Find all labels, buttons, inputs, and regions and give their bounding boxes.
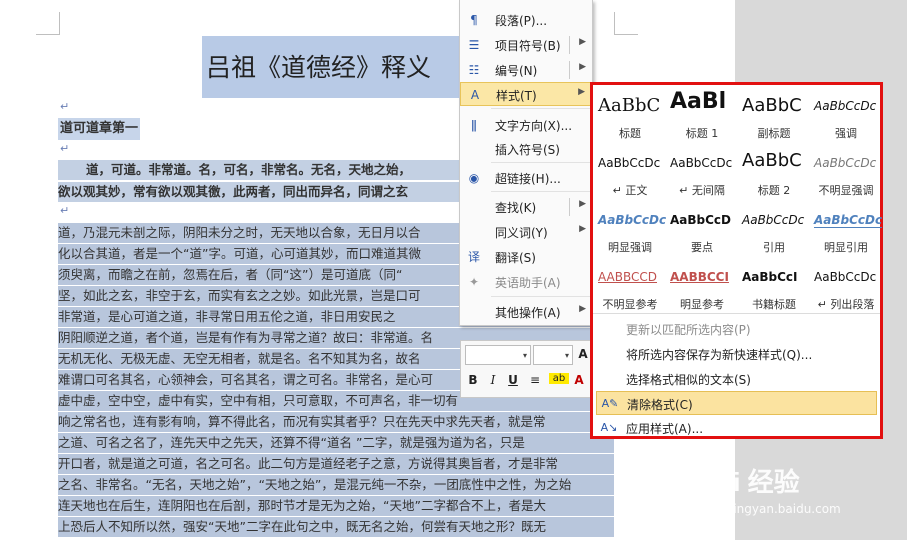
style-tile-subtle-reference[interactable]: AABBCCD 不明显参考 <box>594 260 666 316</box>
style-tile-intense-emphasis[interactable]: AaBbCcDc 明显强调 <box>594 203 666 259</box>
style-tile-title[interactable]: AaBbC 标题 <box>594 89 666 145</box>
menu-item-numbering[interactable]: ☷ 编号(N) ▶ <box>460 58 592 82</box>
highlight-button[interactable]: ab <box>549 373 569 384</box>
align-center-button[interactable]: ≡ <box>527 373 543 387</box>
numbering-icon: ☷ <box>468 63 480 77</box>
chevron-right-icon: ▶ <box>579 304 586 314</box>
paragraph-mark: ↵ <box>60 204 70 217</box>
text-direction-icon: ǁ <box>471 118 477 132</box>
style-tile-normal[interactable]: AaBbCcDc ↵ 正文 <box>594 146 666 202</box>
menu-item-hyperlink[interactable]: ◉ 超链接(H)... <box>460 166 592 190</box>
style-tile-emphasis[interactable]: AaBbCcDc 强调 <box>810 89 882 145</box>
paragraph-icon: ¶ <box>470 13 478 27</box>
crop-mark-top-left-v <box>59 12 60 35</box>
menu-item-find[interactable]: 查找(K) ▶ <box>460 195 592 219</box>
paragraph-mark: ↵ <box>60 142 70 155</box>
menu-item-bullets[interactable]: ☰ 项目符号(B) ▶ <box>460 33 592 57</box>
style-tile-subtle-emphasis[interactable]: AaBbCcDc 不明显强调 <box>810 146 882 202</box>
crop-mark-top-right-v <box>614 12 615 35</box>
style-tile-heading-2[interactable]: AaBbC 标题 2 <box>738 146 810 202</box>
english-assistant-icon: ✦ <box>468 275 480 289</box>
update-style-command[interactable]: 更新以匹配所选内容(P) <box>596 317 877 341</box>
text-line[interactable]: 连天地也在后生，连阴阳也在后剖，那时节才是无为之始，“天地”二字都合不上，者是大 <box>58 496 614 516</box>
chapter-heading[interactable]: 道可道章第一 <box>58 118 141 140</box>
text-line[interactable]: 响之常名也，连有影有响，算不得此名，而况有实其者乎？只在先天中求先天者，就是常 <box>58 412 614 432</box>
crop-mark-top-left-h <box>36 34 60 35</box>
watermark: Bai 经验 jingyan.baidu.com <box>700 460 900 540</box>
document-title-text: 吕祖《道德经》释义 <box>206 53 432 82</box>
style-tile-intense-quote[interactable]: AaBbCcDc 明显引用 <box>810 203 882 259</box>
paragraph-mark: ↵ <box>60 100 70 113</box>
bold-button[interactable]: B <box>465 373 481 387</box>
menu-item-synonyms[interactable]: 同义词(Y) ▶ <box>460 220 592 244</box>
style-tile-intense-reference[interactable]: AABBCCI 明显参考 <box>666 260 738 316</box>
chevron-right-icon: ▶ <box>579 37 586 47</box>
italic-button[interactable]: I <box>485 373 501 387</box>
style-tile-list-paragraph[interactable]: AaBbCcDc ↵ 列出段落 <box>810 260 882 316</box>
underline-button[interactable]: U <box>505 373 521 387</box>
context-menu: ¶ 段落(P)... ☰ 项目符号(B) ▶ ☷ 编号(N) ▶ A 样式(T)… <box>459 0 593 326</box>
crop-mark-top-right-h <box>614 34 638 35</box>
select-similar-text-command[interactable]: 选择格式相似的文本(S) <box>596 367 877 391</box>
chevron-right-icon: ▶ <box>579 62 586 72</box>
translate-icon: 译 <box>467 250 480 264</box>
style-tile-book-title[interactable]: AaBbCcI 书籍标题 <box>738 260 810 316</box>
menu-item-english-assistant[interactable]: ✦ 英语助手(A) <box>460 270 592 294</box>
text-line[interactable]: 开口者，就是道之可道，名之可名。此二句方是道经老子之意，方说得其奥旨者，才是非常 <box>58 454 614 474</box>
apply-styles-icon: A↘ <box>600 421 618 434</box>
menu-item-more-actions[interactable]: 其他操作(A) ▶ <box>460 300 592 324</box>
style-tile-no-spacing[interactable]: AaBbCcDc ↵ 无间隔 <box>666 146 738 202</box>
watermark-url: jingyan.baidu.com <box>730 502 841 516</box>
text-line[interactable]: 之名、非常名。“无名，天地之始”，“天地之始”，是混元纯一不杂，一团底性中之性，… <box>58 475 614 495</box>
chevron-down-icon: ▾ <box>522 351 527 360</box>
chevron-right-icon: ▶ <box>578 87 585 97</box>
clear-formatting-icon: A✎ <box>601 397 619 410</box>
grow-font-icon[interactable]: A <box>575 347 591 361</box>
bullets-icon: ☰ <box>468 38 480 52</box>
hyperlink-icon: ◉ <box>468 171 480 185</box>
watermark-brand: Bai 经验 <box>700 467 800 497</box>
style-tile-quote[interactable]: AaBbCcDc 引用 <box>738 203 810 259</box>
menu-item-insert-symbol[interactable]: 插入符号(S) <box>460 137 592 161</box>
font-size-box[interactable]: ▾ <box>533 345 573 365</box>
menu-item-translate[interactable]: 译 翻译(S) <box>460 245 592 269</box>
mini-toolbar: ▾ ▾ A B I U ≡ ab A <box>460 340 592 398</box>
styles-gallery: AaBbC 标题 AaBl 标题 1 AaBbC 副标题 AaBbCcDc 强调… <box>590 82 883 439</box>
menu-item-paragraph[interactable]: ¶ 段落(P)... <box>460 8 592 32</box>
style-tile-subtitle[interactable]: AaBbC 副标题 <box>738 89 810 145</box>
document-title[interactable]: 吕祖《道德经》释义 <box>202 36 460 98</box>
font-name-box[interactable]: ▾ <box>465 345 531 365</box>
style-tile-heading-1[interactable]: AaBl 标题 1 <box>666 89 738 145</box>
font-color-button[interactable]: A <box>571 373 587 387</box>
menu-item-styles[interactable]: A 样式(T) ▶ <box>460 82 592 106</box>
menu-item-text-direction[interactable]: ǁ 文字方向(X)... <box>460 113 592 137</box>
chevron-right-icon: ▶ <box>579 224 586 234</box>
save-quick-style-command[interactable]: 将所选内容保存为新快速样式(Q)... <box>596 342 877 366</box>
text-line[interactable]: 之道、可名之名了，连先天中之先天，还算不得“道名 ”二字，就是强为道为名，只是 <box>58 433 614 453</box>
styles-icon: A <box>470 88 480 102</box>
style-tile-strong[interactable]: AaBbCcD 要点 <box>666 203 738 259</box>
apply-styles-command[interactable]: A↘ 应用样式(A)... <box>596 416 877 440</box>
clear-formatting-command[interactable]: A✎ 清除格式(C) <box>596 391 877 415</box>
text-line[interactable]: 上恐后人不知所以然，强安“天地”二字在此句之中，既无名之始，何尝有天地之形？既无 <box>58 517 614 537</box>
chevron-down-icon: ▾ <box>564 351 569 360</box>
chevron-right-icon: ▶ <box>579 199 586 209</box>
